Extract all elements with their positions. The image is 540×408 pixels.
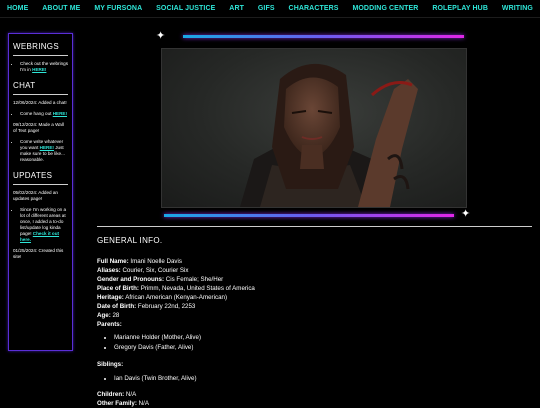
- chat-entry-1: 12/06/2024: Added a chat!: [13, 100, 67, 105]
- gradient-bar-bottom: [164, 214, 454, 217]
- gradient-bar-top: [183, 35, 464, 38]
- chat-list-1: Come hang out HERE!: [13, 111, 68, 117]
- chat-item-1: Come hang out HERE!: [20, 111, 68, 117]
- nav-writing[interactable]: WRITING: [502, 5, 533, 12]
- nav-art[interactable]: ART: [229, 5, 244, 12]
- updates-entry-2: 01/25/2024: Created this site!: [13, 248, 64, 259]
- webrings-item: Check out the webrings I'm in HERE!: [20, 61, 68, 73]
- chat-item-1-text: Come hang out: [20, 111, 52, 116]
- sidebar: WEBRINGS Check out the webrings I'm in H…: [8, 33, 73, 351]
- webrings-list: Check out the webrings I'm in HERE!: [13, 61, 68, 73]
- character-gallery: ✦ ✦: [155, 31, 475, 223]
- nav-modding-center[interactable]: MODDING CENTER: [352, 5, 418, 12]
- chat-item-2: Come write whatever you want HERE! Just …: [20, 139, 68, 163]
- nav-about-me[interactable]: ABOUT ME: [42, 5, 80, 12]
- sparkle-icon: ✦: [156, 30, 166, 42]
- info-age: Age: 28: [97, 312, 120, 319]
- nav-characters[interactable]: CHARACTERS: [289, 5, 339, 12]
- info-gender-pronouns: Gender and Pronouns: Cis Female; She/Her: [97, 276, 224, 283]
- nav-social-justice[interactable]: SOCIAL JUSTICE: [156, 5, 215, 12]
- wall-of-text-link[interactable]: HERE!: [40, 145, 54, 150]
- info-children: Children: N/A: [97, 391, 137, 398]
- info-full-name: Full Name: Imani Noelle Davis: [97, 258, 182, 265]
- updates-entry-1: 05/02/2024: Added an updates page!: [13, 190, 58, 201]
- webrings-heading: WEBRINGS: [13, 42, 59, 51]
- chat-divider: [13, 94, 68, 95]
- sparkle-icon: ✦: [461, 208, 471, 220]
- portrait-illustration: [240, 63, 418, 207]
- info-other-family: Other Family: N/A: [97, 400, 149, 407]
- webrings-link[interactable]: HERE!: [32, 67, 46, 72]
- webrings-divider: [13, 55, 68, 56]
- general-info-heading: GENERAL INFO.: [97, 236, 163, 245]
- nav-gifs[interactable]: GIFS: [258, 5, 275, 12]
- siblings-list: Ian Davis (Twin Brother, Alive): [97, 374, 527, 384]
- info-heritage: Heritage: African American (Kenyan-Ameri…: [97, 294, 228, 301]
- info-date-of-birth: Date of Birth: February 22nd, 2253: [97, 303, 196, 310]
- chat-entry-2: 09/12/2024: Made a Wall of Text page!: [13, 122, 64, 133]
- list-item: Ian Davis (Twin Brother, Alive): [114, 374, 527, 384]
- info-parents: Parents:: [97, 321, 122, 328]
- siblings-label: Siblings:: [97, 361, 124, 368]
- list-item: Marianne Holder (Mother, Alive): [114, 333, 527, 343]
- info-place-of-birth: Place of Birth: Primm, Nevada, United St…: [97, 285, 255, 292]
- info-aliases: Aliases: Courier, Six, Courier Six: [97, 267, 189, 274]
- nav-roleplay-hub[interactable]: ROLEPLAY HUB: [432, 5, 488, 12]
- chat-link[interactable]: HERE!: [53, 111, 67, 116]
- general-info: GENERAL INFO. Full Name: Imani Noelle Da…: [97, 232, 527, 408]
- nav-home[interactable]: HOME: [7, 5, 28, 12]
- updates-heading: UPDATES: [13, 171, 53, 180]
- parents-list: Marianne Holder (Mother, Alive) Gregory …: [97, 333, 527, 353]
- updates-divider: [13, 184, 68, 185]
- chat-list-2: Come write whatever you want HERE! Just …: [13, 139, 68, 163]
- updates-list: Since I'm working on a lot of different …: [13, 207, 68, 243]
- nav-my-fursona[interactable]: MY FURSONA: [94, 5, 142, 12]
- updates-item: Since I'm working on a lot of different …: [20, 207, 68, 243]
- section-divider: [97, 226, 532, 227]
- top-nav: HOME ABOUT ME MY FURSONA SOCIAL JUSTICE …: [0, 0, 540, 18]
- chat-heading: CHAT: [13, 81, 36, 90]
- list-item: Gregory Davis (Father, Alive): [114, 343, 527, 353]
- character-portrait: [161, 48, 467, 208]
